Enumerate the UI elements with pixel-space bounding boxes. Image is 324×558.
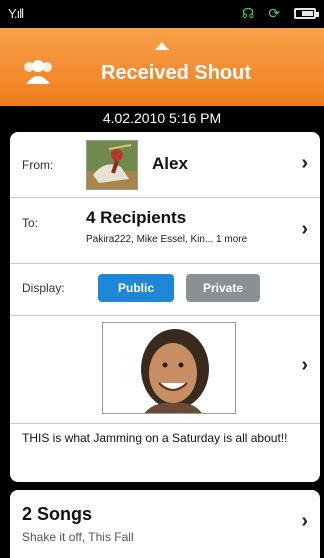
- signal-strength-icon: Y.ıll: [8, 6, 24, 21]
- status-icons: ☊ ⟳: [241, 5, 319, 22]
- songs-count: 2 Songs: [22, 504, 93, 524]
- header: Received Shout: [0, 28, 324, 106]
- chevron-right-icon: ›: [301, 218, 308, 240]
- recipient-names: Pakira222, Mike Essel, Kin... 1 more: [86, 234, 248, 245]
- avatar: [86, 140, 138, 190]
- private-button[interactable]: Private: [186, 274, 260, 302]
- chevron-right-icon: ›: [301, 354, 308, 376]
- status-bar: Y.ıll ☊ ⟳: [0, 0, 324, 28]
- to-row[interactable]: To: 4 Recipients Pakira222, Mike Essel, …: [10, 198, 320, 264]
- from-label: From:: [22, 158, 54, 172]
- to-label: To:: [22, 216, 39, 230]
- headset-icon: ☊: [241, 5, 255, 21]
- battery-icon: [294, 8, 319, 19]
- display-row: Display: Public Private: [10, 264, 320, 316]
- songs-card[interactable]: 2 Songs Shake it off, This Fall ›: [10, 490, 320, 558]
- chevron-right-icon: ›: [301, 152, 308, 174]
- shout-details-card: From: Alex › To: 4 Recipients Pakira222,…: [10, 132, 320, 482]
- songs-list: Shake it off, This Fall: [22, 530, 134, 544]
- photo-row[interactable]: ›: [10, 316, 320, 424]
- shout-photo: [102, 322, 236, 414]
- page-title: Received Shout: [100, 62, 252, 84]
- from-row[interactable]: From: Alex ›: [10, 132, 320, 198]
- chevron-right-icon: ›: [301, 510, 308, 532]
- sender-name: Alex: [152, 154, 188, 173]
- public-button[interactable]: Public: [98, 274, 174, 302]
- timestamp: 4.02.2010 5:16 PM: [102, 110, 222, 126]
- display-label: Display:: [22, 281, 65, 295]
- shout-caption: THIS is what Jamming on a Saturday is al…: [22, 431, 288, 445]
- recipient-count: 4 Recipients: [86, 208, 187, 227]
- collapse-caret-icon[interactable]: [155, 42, 169, 50]
- sync-icon: ⟳: [268, 5, 280, 21]
